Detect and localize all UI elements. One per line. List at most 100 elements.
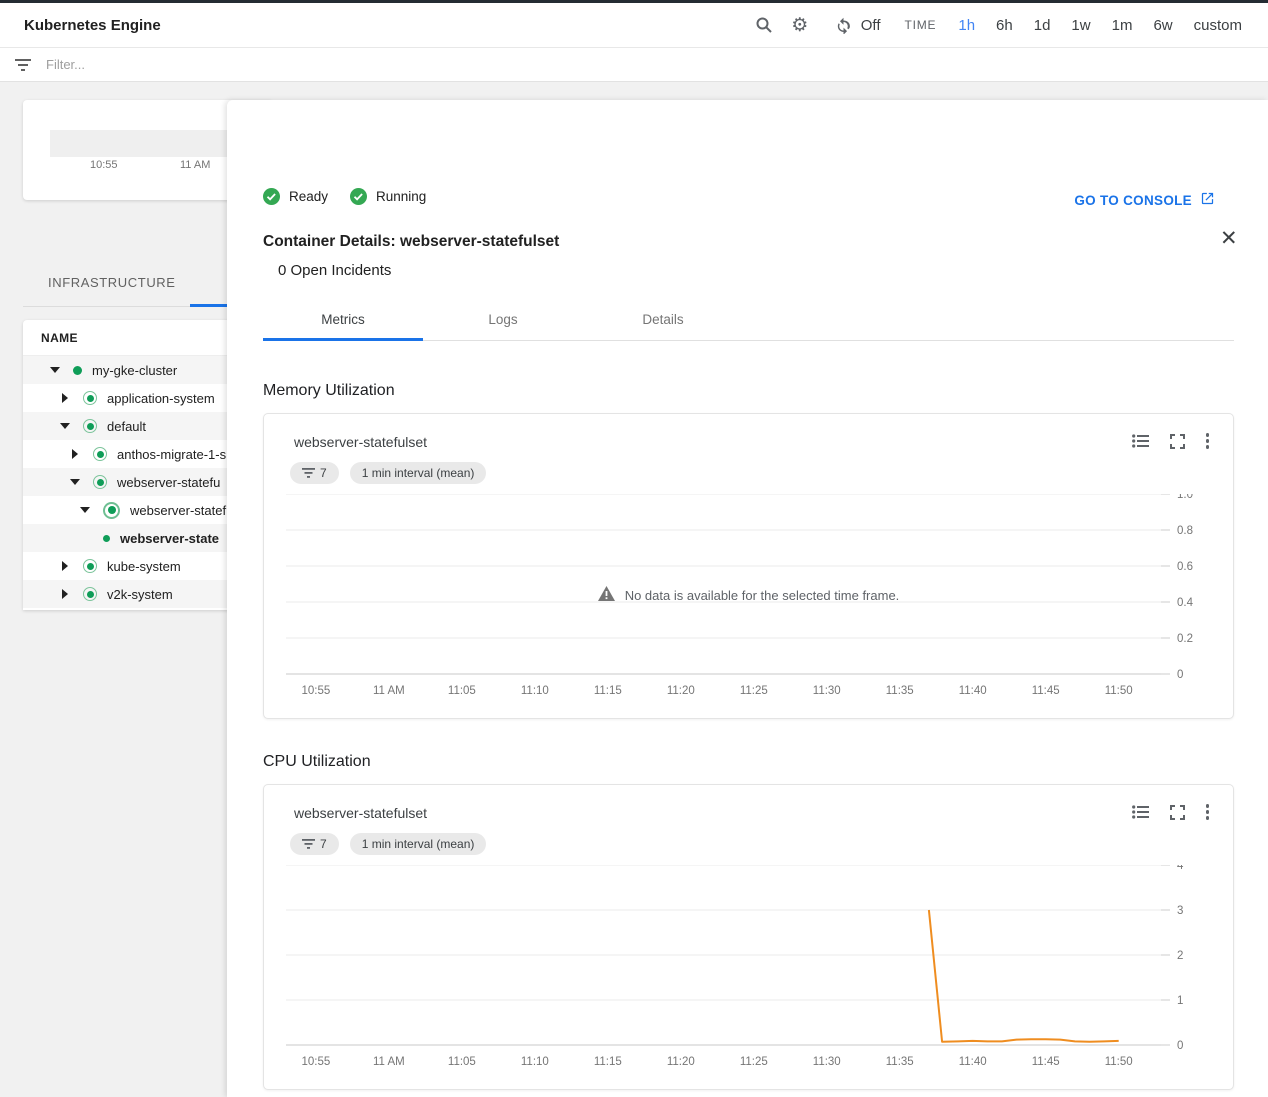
chevron-down-icon[interactable] [59,420,71,432]
filter-bar [0,48,1268,82]
chevron-right-icon[interactable] [69,448,81,460]
svg-text:11:40: 11:40 [959,1056,987,1068]
svg-text:11:30: 11:30 [813,1056,841,1068]
time-range-1m[interactable]: 1m [1112,17,1133,34]
series-line-webserver-statefulset [929,910,1119,1042]
go-to-console-link[interactable]: GO TO CONSOLE [1074,191,1215,209]
fullscreen-icon[interactable] [1167,801,1189,823]
external-link-icon [1200,191,1215,209]
svg-text:11:20: 11:20 [667,1056,695,1068]
svg-text:0.6: 0.6 [1177,561,1193,573]
svg-text:1: 1 [1177,995,1183,1007]
cpu-chart-chips: 7 1 min interval (mean) [290,833,486,855]
legend-list-icon[interactable] [1130,801,1152,823]
memory-chart-card: webserver-statefulset 7 1 min interval (… [263,413,1234,719]
chevron-down-icon[interactable] [69,476,81,488]
warning-icon [598,586,615,604]
time-range-1w[interactable]: 1w [1071,17,1090,34]
chevron-right-icon[interactable] [59,392,71,404]
svg-text:0: 0 [1177,669,1183,681]
filter-count-chip[interactable]: 7 [290,833,339,855]
status-dot-icon [103,502,120,519]
svg-text:11:35: 11:35 [886,1056,914,1068]
fullscreen-icon[interactable] [1167,430,1189,452]
more-options-icon[interactable] [1204,802,1212,822]
mini-x-label: 10:55 [90,159,118,171]
time-range-custom[interactable]: custom [1194,17,1242,34]
panel-title: Container Details: webserver-statefulset [263,233,559,251]
time-range-selector: 1h 6h 1d 1w 1m 6w custom [958,17,1242,34]
tree-row-label: kube-system [107,559,181,574]
status-dot-icon [83,419,97,433]
search-icon[interactable] [753,14,775,36]
chevron-right-icon[interactable] [59,588,71,600]
tab-details[interactable]: Details [583,300,743,338]
svg-text:11:15: 11:15 [594,685,622,697]
memory-chart-chips: 7 1 min interval (mean) [290,462,486,484]
time-range-6w[interactable]: 6w [1153,17,1172,34]
cpu-card-actions [1130,801,1212,823]
memory-section-title: Memory Utilization [263,382,395,400]
status-dot-icon [103,535,110,542]
close-icon[interactable]: ✕ [1220,228,1238,249]
interval-chip[interactable]: 1 min interval (mean) [350,462,487,484]
chevron-down-icon[interactable] [49,364,61,376]
svg-text:11 AM: 11 AM [373,685,405,697]
status-dot-icon [83,391,97,405]
go-to-console-label: GO TO CONSOLE [1074,193,1192,208]
tab-logs[interactable]: Logs [423,300,583,338]
no-expand-spacer [89,532,101,544]
status-ready: Ready [263,188,328,205]
no-data-message: No data is available for the selected ti… [264,586,1233,604]
filter-icon [0,58,46,72]
cpu-chart-title: webserver-statefulset [294,805,427,821]
legend-list-icon[interactable] [1130,430,1152,452]
svg-text:1.0: 1.0 [1177,494,1193,501]
time-range-1h[interactable]: 1h [958,17,975,34]
svg-text:11:25: 11:25 [740,685,768,697]
svg-text:10:55: 10:55 [302,685,331,697]
tab-metrics[interactable]: Metrics [263,300,423,338]
status-dot-icon [73,366,82,375]
status-row: Ready Running [263,188,426,205]
svg-text:10:55: 10:55 [302,1056,331,1068]
svg-text:3: 3 [1177,905,1183,917]
status-running: Running [350,188,426,205]
svg-text:11:40: 11:40 [959,685,987,697]
svg-text:11:20: 11:20 [667,685,695,697]
cpu-chart-card: webserver-statefulset 7 1 min interval (… [263,784,1234,1090]
tree-row-label: application-system [107,391,215,406]
open-incidents-text: 0 Open Incidents [278,262,391,279]
tab-infrastructure[interactable]: INFRASTRUCTURE [48,275,176,290]
time-range-6h[interactable]: 6h [996,17,1013,34]
more-options-icon[interactable] [1204,431,1212,451]
svg-text:11:25: 11:25 [740,1056,768,1068]
page-title: Kubernetes Engine [24,17,161,34]
cpu-chart-plot: 0123410:5511 AM11:0511:1011:1511:2011:25… [286,865,1226,1082]
svg-text:11:50: 11:50 [1105,1056,1133,1068]
time-range-1d[interactable]: 1d [1034,17,1051,34]
chevron-right-icon[interactable] [59,560,71,572]
svg-text:11:10: 11:10 [521,685,549,697]
interval-chip[interactable]: 1 min interval (mean) [350,833,487,855]
active-tab-underline [263,338,423,341]
gear-icon[interactable]: ⚙ [789,14,811,36]
tree-row-label: webserver-statef [130,503,226,518]
chevron-down-icon[interactable] [79,504,91,516]
mini-x-label: 11 AM [180,159,210,171]
time-label: TIME [904,18,936,32]
app-bar: Kubernetes Engine ⚙ Off TIME 1h 6h 1d 1w 1m 6… [0,3,1268,48]
filter-input[interactable] [46,57,446,72]
tree-row-label: webserver-state [120,531,219,546]
app-bar-controls: ⚙ Off TIME 1h 6h 1d 1w 1m 6w custom [753,14,1268,36]
refresh-icon [833,14,855,36]
svg-text:11 AM: 11 AM [373,1056,405,1068]
svg-text:0: 0 [1177,1040,1183,1052]
auto-refresh-control[interactable]: Off [833,14,881,36]
tree-row-label: v2k-system [107,587,173,602]
svg-text:11:45: 11:45 [1032,1056,1060,1068]
container-details-panel: Container Details: webserver-statefulset… [227,100,1268,1097]
tree-row-label: default [107,419,146,434]
sidebar-tab-underline [190,304,227,307]
filter-count-chip[interactable]: 7 [290,462,339,484]
